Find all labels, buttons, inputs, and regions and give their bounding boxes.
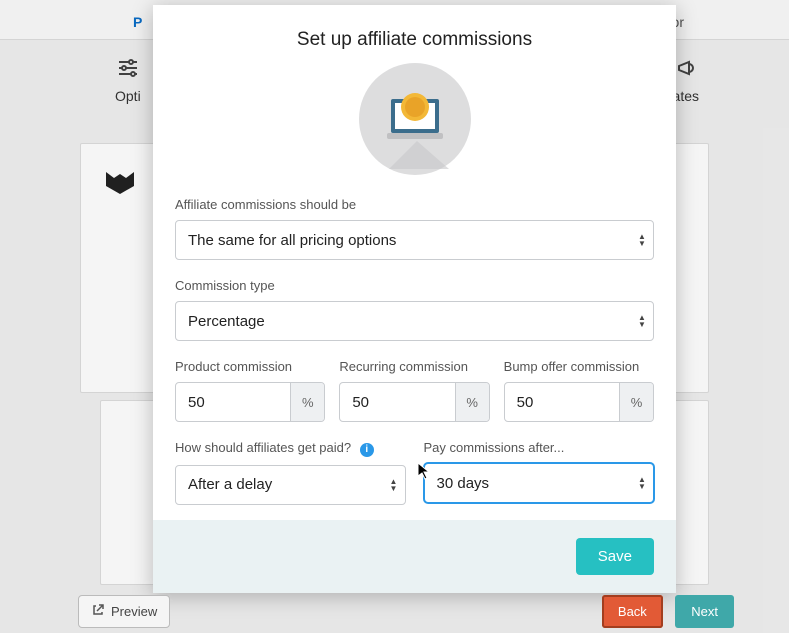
delay-value: 30 days xyxy=(425,475,632,492)
next-button[interactable]: Next xyxy=(675,595,734,628)
delay-select[interactable]: 30 days ▲▼ xyxy=(424,463,655,503)
commission-illustration xyxy=(175,63,654,175)
paid-method-label-text: How should affiliates get paid? xyxy=(175,440,351,455)
type-select[interactable]: Percentage ▲▼ xyxy=(175,301,654,341)
bump-commission-input-wrap: % xyxy=(504,382,654,422)
affiliate-commissions-modal: Set up affiliate commissions Affiliate c… xyxy=(153,5,676,593)
percent-suffix: % xyxy=(455,383,489,421)
preview-button-label: Preview xyxy=(111,604,157,619)
bump-commission-input[interactable] xyxy=(505,394,619,411)
recurring-commission-input[interactable] xyxy=(340,394,454,411)
product-commission-input-wrap: % xyxy=(175,382,325,422)
percent-suffix: % xyxy=(290,383,324,421)
select-arrows-icon: ▲▼ xyxy=(631,476,653,490)
bottom-action-bar: Preview Back Next xyxy=(78,595,734,628)
select-arrows-icon: ▲▼ xyxy=(631,314,653,328)
modal-footer: Save xyxy=(153,520,676,593)
save-button[interactable]: Save xyxy=(576,538,654,575)
select-arrows-icon: ▲▼ xyxy=(631,233,653,247)
back-button[interactable]: Back xyxy=(602,595,663,628)
type-label: Commission type xyxy=(175,278,654,293)
bump-commission-label: Bump offer commission xyxy=(504,359,654,374)
external-link-icon xyxy=(91,603,105,620)
type-value: Percentage xyxy=(176,313,631,330)
delay-label: Pay commissions after... xyxy=(424,440,655,455)
recurring-commission-input-wrap: % xyxy=(339,382,489,422)
scope-select[interactable]: The same for all pricing options ▲▼ xyxy=(175,220,654,260)
select-arrows-icon: ▲▼ xyxy=(383,478,405,492)
modal-title: Set up affiliate commissions xyxy=(175,29,654,51)
info-icon[interactable]: i xyxy=(360,443,374,457)
paid-method-select[interactable]: After a delay ▲▼ xyxy=(175,465,406,505)
product-commission-label: Product commission xyxy=(175,359,325,374)
percent-suffix: % xyxy=(619,383,653,421)
recurring-commission-label: Recurring commission xyxy=(339,359,489,374)
preview-button[interactable]: Preview xyxy=(78,595,170,628)
paid-method-label: How should affiliates get paid? i xyxy=(175,440,406,457)
scope-value: The same for all pricing options xyxy=(176,232,631,249)
paid-method-value: After a delay xyxy=(176,476,383,493)
product-commission-input[interactable] xyxy=(176,394,290,411)
scope-label: Affiliate commissions should be xyxy=(175,197,654,212)
